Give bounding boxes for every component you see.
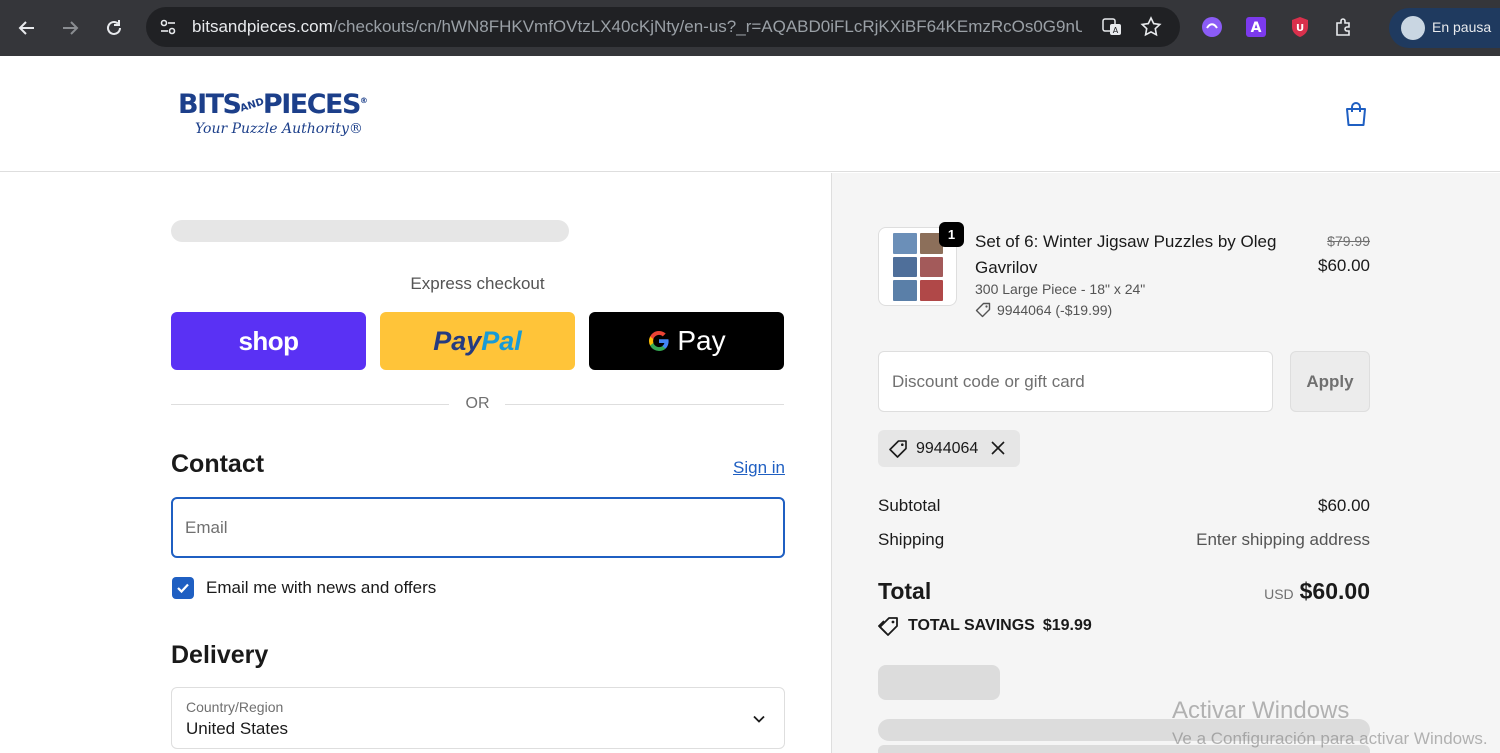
product-image [893, 233, 943, 301]
paypal-logo: PayPal [433, 326, 522, 357]
total-savings-label: TOTAL SAVINGS [908, 617, 1035, 634]
discount-code-field[interactable] [878, 351, 1273, 412]
quantity-badge: 1 [939, 222, 964, 247]
or-divider: OR [171, 394, 784, 414]
total-label: Total [878, 578, 932, 604]
reload-button[interactable] [98, 12, 130, 44]
sign-in-link[interactable]: Sign in [733, 458, 785, 478]
checkmark-icon [177, 583, 189, 594]
loading-skeleton [171, 220, 569, 242]
svg-text:A: A [1251, 20, 1262, 36]
logo-word-pieces: PIECES [262, 89, 361, 120]
product-discount-text: 9944064 (-$19.99) [997, 302, 1113, 318]
country-value: United States [186, 719, 289, 738]
total-value: $60.00 [1299, 578, 1370, 604]
google-pay-text: Pay [677, 325, 726, 356]
translate-icon[interactable]: A [1100, 15, 1124, 39]
site-logo[interactable]: BITSANDPIECES® Your Puzzle Authority® [178, 89, 388, 141]
extension-purple-icon[interactable] [1200, 15, 1224, 39]
shop-pay-button[interactable]: shop [171, 312, 366, 370]
email-input[interactable] [185, 499, 765, 556]
shop-pay-logo: shop [238, 325, 299, 356]
product-name: Set of 6: Winter Jigsaw Puzzles by Oleg … [975, 232, 1277, 277]
windows-activation-title: Activar Windows [1172, 697, 1350, 724]
express-checkout-label: Express checkout [410, 274, 545, 293]
svg-text:A: A [1113, 26, 1119, 35]
reload-icon [107, 20, 121, 35]
back-arrow-icon [18, 21, 34, 35]
contact-heading: Contact [171, 450, 265, 478]
google-pay-logo: Pay [647, 325, 726, 357]
delivery-heading: Delivery [171, 641, 269, 669]
avatar [1401, 16, 1425, 40]
applied-discount-chip: 9944064 [878, 430, 1020, 467]
original-price: $79.99 [1327, 233, 1370, 249]
subtotal-label: Subtotal [878, 496, 941, 515]
total-savings-value: $19.99 [1042, 617, 1092, 634]
product-variant: 300 Large Piece - 18" x 24" [975, 281, 1146, 297]
forward-arrow-icon [63, 21, 79, 35]
svg-text:U: U [1296, 23, 1304, 34]
extension-a-icon[interactable]: A [1244, 15, 1268, 39]
logo-word-and: AND [238, 96, 266, 115]
tag-icon [975, 302, 991, 318]
newsletter-checkbox[interactable] [172, 577, 194, 599]
final-price: $60.00 [1318, 256, 1370, 275]
tag-icon [878, 617, 898, 636]
paypal-button[interactable]: PayPal [380, 312, 575, 370]
extension-shield-icon[interactable]: U [1288, 15, 1312, 39]
logo-wordmark: BITSANDPIECES® [178, 89, 368, 120]
discount-code-input[interactable] [892, 352, 1262, 411]
apply-button[interactable]: Apply [1290, 351, 1370, 412]
site-settings-icon[interactable] [158, 17, 178, 42]
shipping-label: Shipping [878, 530, 945, 549]
url-domain: bitsandpieces.com [192, 17, 333, 36]
or-label: OR [465, 395, 490, 412]
subtotal-value: $60.00 [1318, 496, 1370, 515]
google-g-icon [649, 330, 669, 352]
paypal-logo-pal: Pal [481, 325, 522, 356]
remove-discount-icon[interactable] [990, 440, 1006, 456]
logo-word-bits: BITS [178, 89, 242, 120]
tag-icon [889, 440, 907, 458]
forward-button[interactable] [54, 12, 86, 44]
logo-tagline: Your Puzzle Authority® [195, 121, 363, 137]
shipping-value: Enter shipping address [1196, 530, 1370, 549]
profile-button[interactable]: En pausa [1389, 8, 1500, 48]
applied-discount-code: 9944064 [916, 440, 979, 457]
profile-status: En pausa [1432, 19, 1492, 35]
chevron-down-icon [753, 715, 765, 723]
cart-button[interactable] [1341, 99, 1371, 129]
total-currency: USD [1264, 586, 1294, 602]
shopping-bag-icon [1346, 102, 1366, 126]
url-path: /checkouts/cn/hWN8FHKVmfOVtzLX40cKjNty/e… [332, 17, 1082, 36]
total-amount: USD $60.00 [1120, 578, 1370, 605]
windows-activation-subtitle: Ve a Configuración para activar Windows. [1172, 729, 1488, 748]
url-text[interactable]: bitsandpieces.com/checkouts/cn/hWN8FHKVm… [192, 17, 1082, 37]
google-pay-button[interactable]: Pay [589, 312, 784, 370]
country-label: Country/Region [186, 699, 284, 715]
logo-registered-mark: ® [359, 96, 368, 105]
back-button[interactable] [11, 12, 43, 44]
paypal-logo-pay: Pay [433, 325, 482, 356]
total-savings: TOTAL SAVINGS $19.99 [878, 616, 1092, 636]
email-field[interactable] [171, 497, 785, 558]
loading-skeleton [878, 665, 1000, 700]
product-discount: 9944064 (-$19.99) [975, 302, 1112, 318]
country-select[interactable]: Country/Region United States [171, 687, 785, 749]
bookmark-star-icon[interactable] [1139, 15, 1163, 39]
address-bar[interactable]: bitsandpieces.com/checkouts/cn/hWN8FHKVm… [146, 7, 1180, 47]
browser-toolbar: bitsandpieces.com/checkouts/cn/hWN8FHKVm… [0, 0, 1500, 56]
extensions-puzzle-icon[interactable] [1332, 15, 1356, 39]
newsletter-label[interactable]: Email me with news and offers [206, 578, 436, 598]
